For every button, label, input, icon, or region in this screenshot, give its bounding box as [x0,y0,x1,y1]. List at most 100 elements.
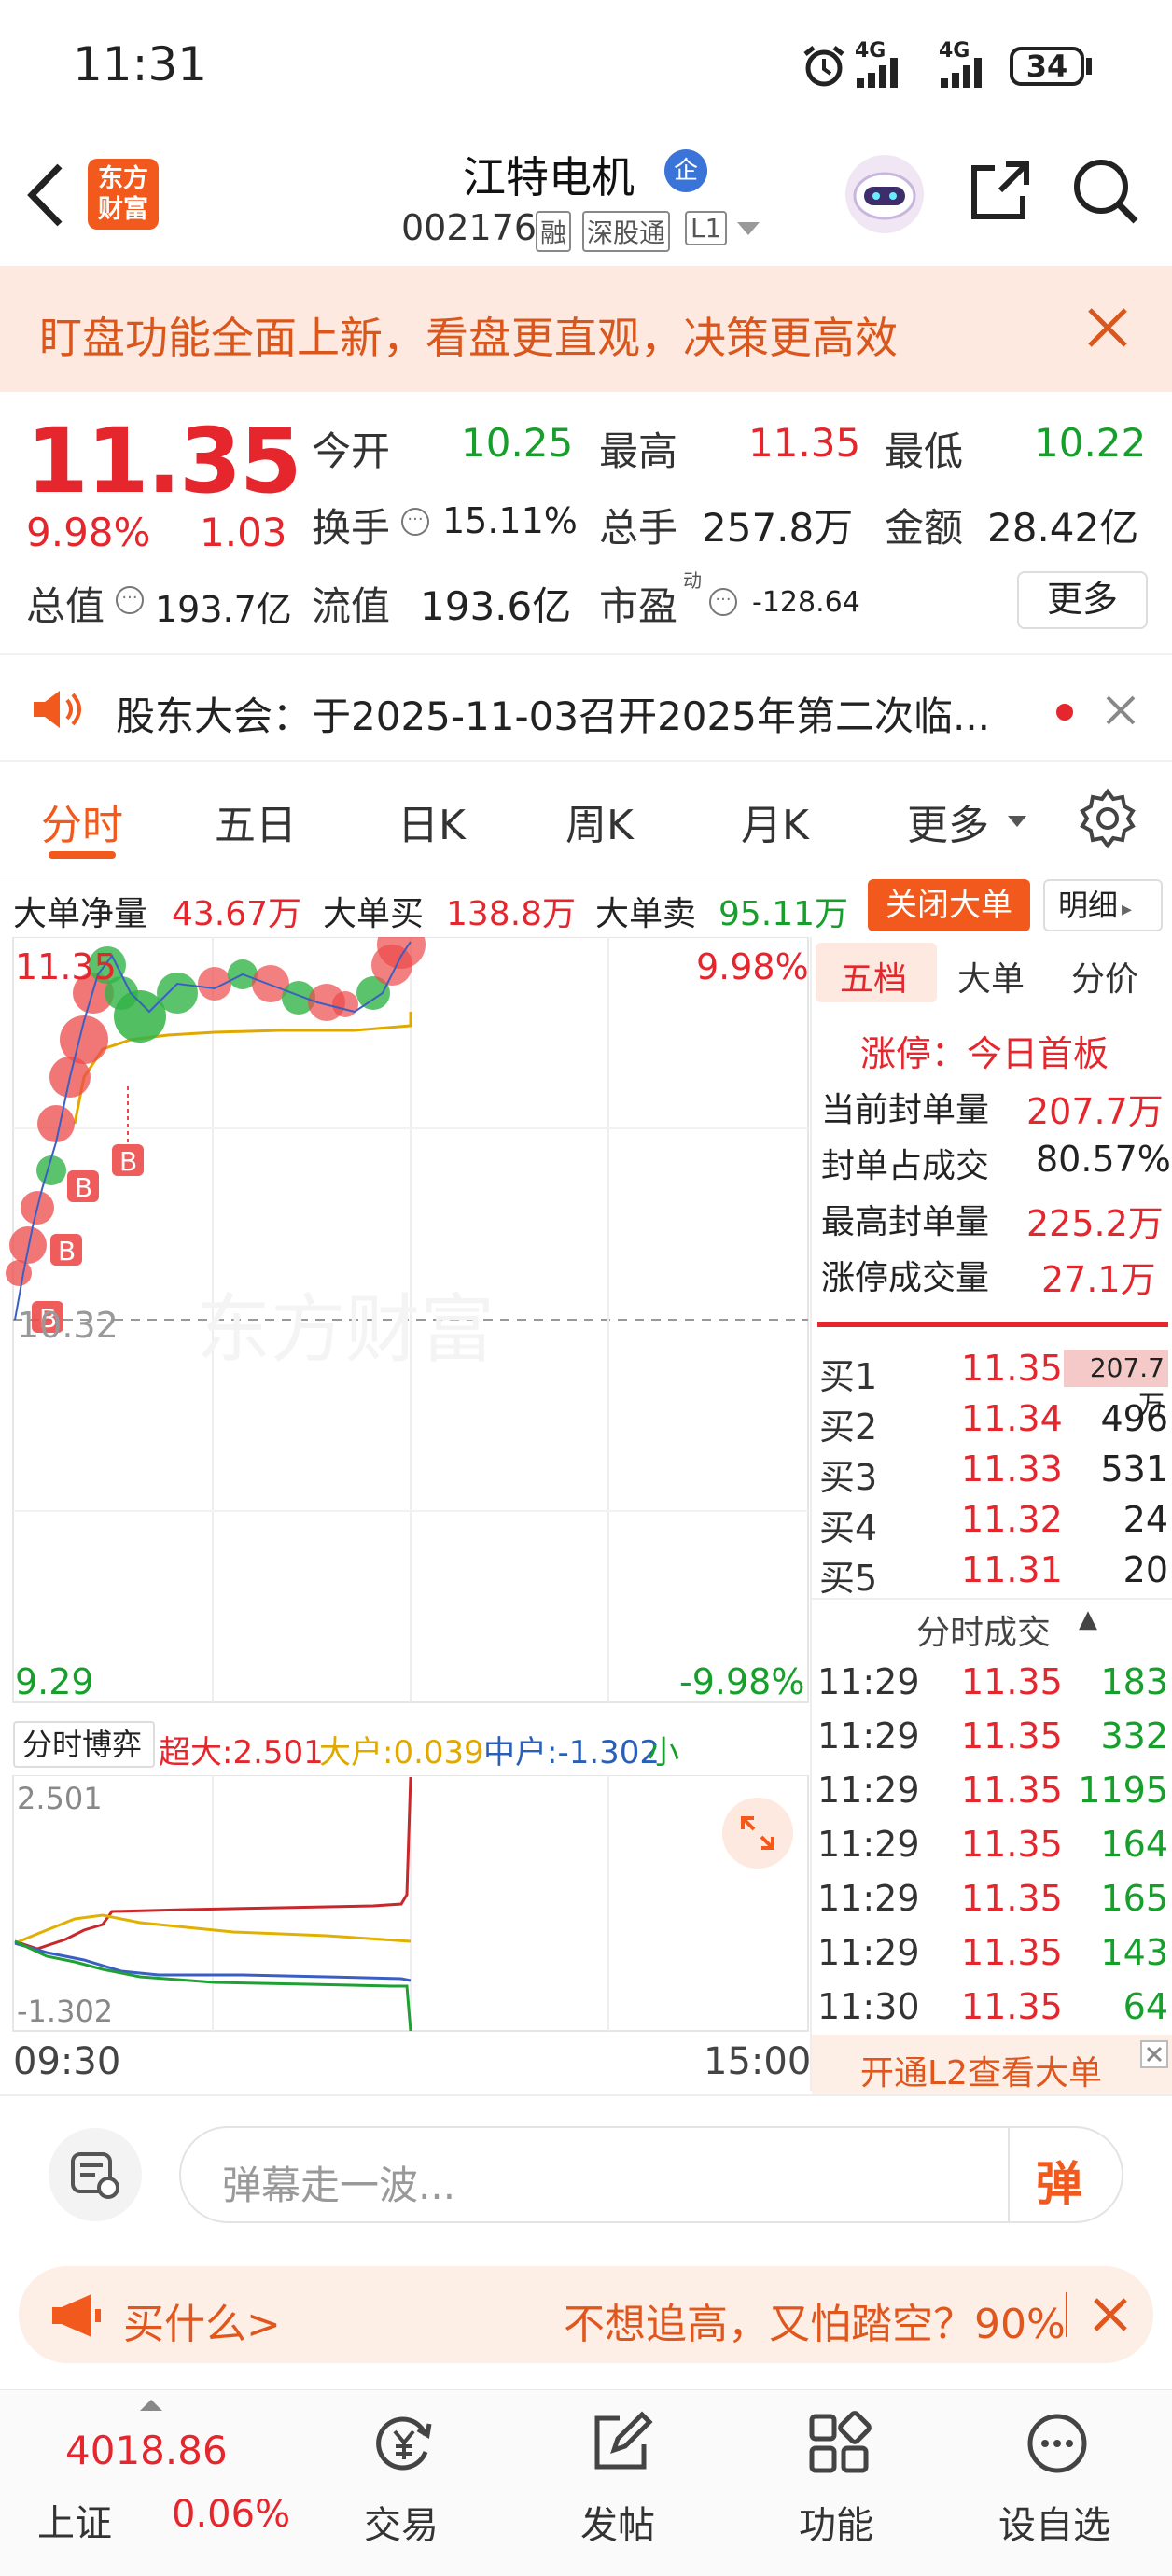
float-cap-value: 193.6亿 [420,583,572,629]
chevron-down-icon[interactable] [737,222,760,237]
bottom-price-label: 9.29 [15,1661,94,1702]
speaker-icon [34,691,81,728]
chevron-down-icon[interactable] [1008,816,1026,829]
trade-time: 11:29 [817,1878,920,1919]
capital-flow-chart[interactable]: 2.501 -1.302 [0,1775,810,2035]
nav-add-watchlist-label: 设自选 [998,2504,1110,2547]
tab-five-day[interactable]: 五日 [215,791,297,851]
high-label: 最高 [599,428,678,474]
trade-price: 11.35 [961,1878,1063,1919]
bid-volume: 20 [1123,1549,1168,1590]
robot-assistant-icon[interactable] [844,153,926,235]
danmaku-settings-button[interactable] [49,2128,142,2221]
limit-row-value: 80.57% [1036,1139,1171,1180]
comment-placeholder: 弹幕走一波... [222,2163,456,2208]
settings-gear-icon[interactable] [1077,788,1138,849]
trade-price: 11.35 [961,1661,1063,1702]
nav-post[interactable]: 发帖 [524,2390,711,2576]
big-buy-label: 大单买 [323,895,425,933]
side-tab-five-levels[interactable]: 五档 [840,952,907,1001]
pe-dynamic-mark: 动 [683,569,702,592]
bid-label: 买1 [819,1356,878,1397]
nav-trade-label: 交易 [364,2504,439,2547]
banner-text: 盯盘功能全面上新，看盘更直观，决策更高效 [39,313,898,363]
nav-functions[interactable]: 功能 [743,2390,929,2576]
trade-time: 11:29 [817,1661,920,1702]
info-icon[interactable]: ··· [709,588,737,616]
trades-title[interactable]: 分时成交 [916,1605,1051,1654]
l2-upsell[interactable]: 开通L2查看大单 [812,2035,1172,2094]
close-l2-icon[interactable] [1140,2040,1168,2068]
battery-tip [1086,58,1092,75]
game-select[interactable]: 分时博弈▼ [13,1721,155,1802]
current-price: 11.35 [26,409,302,513]
side-tab-price-dist[interactable]: 分价 [1071,952,1138,1001]
trade-row: 11:29 11.35 1195 [812,1770,1172,1820]
notice-text: 股东大会：于2025-11-03召开2025年第二次临... [116,693,991,739]
nav-add-watchlist[interactable]: 设自选 [961,2390,1148,2576]
bid-volume: 496 [1100,1398,1168,1439]
margin-badge: 融 [536,211,572,252]
capital-flow-legend: 分时博弈▼ 超大:2.501 大户:0.039 中户:-1.302 小户:-1.… [0,1715,810,1817]
share-icon[interactable] [967,159,1032,224]
market-cap-value: 193.7亿 [155,589,292,630]
close-notice-icon[interactable] [1105,694,1137,726]
comment-input[interactable]: 弹幕走一波... 弹 [179,2126,1123,2223]
trade-price: 11.35 [961,1932,1063,1973]
nav-index-quote[interactable]: 4018.86 上证 0.06% [24,2390,290,2576]
trade-row: 11:29 11.35 143 [812,1932,1172,1982]
chart-watermark: 东方财富 [196,1286,495,1373]
bid-price: 11.33 [961,1449,1063,1490]
divider [1066,2292,1067,2337]
detail-button[interactable]: 明细 ▸ [1043,879,1163,931]
close-big-order-button[interactable]: 关闭大单 [868,879,1030,931]
bid-label: 买5 [819,1558,878,1599]
nav-trade[interactable]: 交易 [308,2390,495,2576]
close-promo-icon[interactable] [1092,2296,1129,2333]
promo-strip[interactable]: 买什么> 不想追高，又怕踏空？90% [19,2266,1153,2363]
top-price-label: 11.35 [15,946,117,987]
tab-intraday[interactable]: 分时 [41,791,123,851]
tab-weekly-k[interactable]: 周K [565,791,634,851]
feature-banner[interactable]: 盯盘功能全面上新，看盘更直观，决策更高效 [0,267,1172,392]
bid-volume: 24 [1123,1499,1168,1540]
bid-row-3: 买3 11.33 531 [812,1449,1172,1499]
status-time: 11:31 [73,37,208,91]
trade-volume: 164 [1100,1824,1168,1865]
trade-volume: 64 [1123,1986,1168,2027]
bid-label: 买4 [819,1507,878,1548]
status-bar: 11:31 4G 4G 34 [0,0,1172,131]
danmaku-settings-icon [71,2152,119,2199]
active-tab-indicator [49,851,116,859]
danmu-send-icon[interactable]: 弹 [1036,2147,1082,2214]
tab-daily-k[interactable]: 日K [398,791,466,851]
svg-text:B: B [75,1172,92,1203]
index-name: 上证 [37,2502,112,2545]
close-banner-icon[interactable] [1086,306,1129,349]
promo-left-text: 买什么> [123,2301,281,2348]
intraday-chart[interactable]: 东方财富 B B B B 11.35 9.98% 10.32 9.29 -9.9… [0,937,810,1721]
open-value: 10.25 [461,420,574,466]
sort-up-icon[interactable]: ▲ [1079,1605,1097,1633]
buy-marker: B [67,1170,99,1203]
side-tab-big-orders[interactable]: 大单 [957,952,1025,1001]
bid-row-1: 买1 11.35 207.7万 [812,1348,1172,1421]
bottom-pct-label: -9.98% [679,1661,805,1702]
info-icon[interactable]: ··· [401,508,429,536]
notice-bar[interactable]: 股东大会：于2025-11-03召开2025年第二次临... [0,653,1172,762]
volume-label: 总手 [599,505,678,551]
eastmoney-logo[interactable]: 东方 财富 [88,159,159,230]
level-badge[interactable]: L1 [685,211,728,245]
search-icon[interactable] [1071,157,1140,226]
legend-medium: 中户:-1.302 [483,1734,661,1771]
trade-row: 11:29 11.35 332 [812,1715,1172,1766]
trade-price: 11.35 [961,1770,1063,1811]
tab-monthly-k[interactable]: 月K [741,791,809,851]
low-label: 最低 [885,428,964,474]
change-pct: 9.98% [26,510,151,555]
info-icon[interactable]: ··· [116,586,144,614]
tab-more[interactable]: 更多 [907,791,989,851]
back-icon[interactable] [24,162,65,228]
expand-chart-button[interactable] [722,1798,793,1869]
more-quote-button[interactable]: 更多 [1017,571,1148,629]
